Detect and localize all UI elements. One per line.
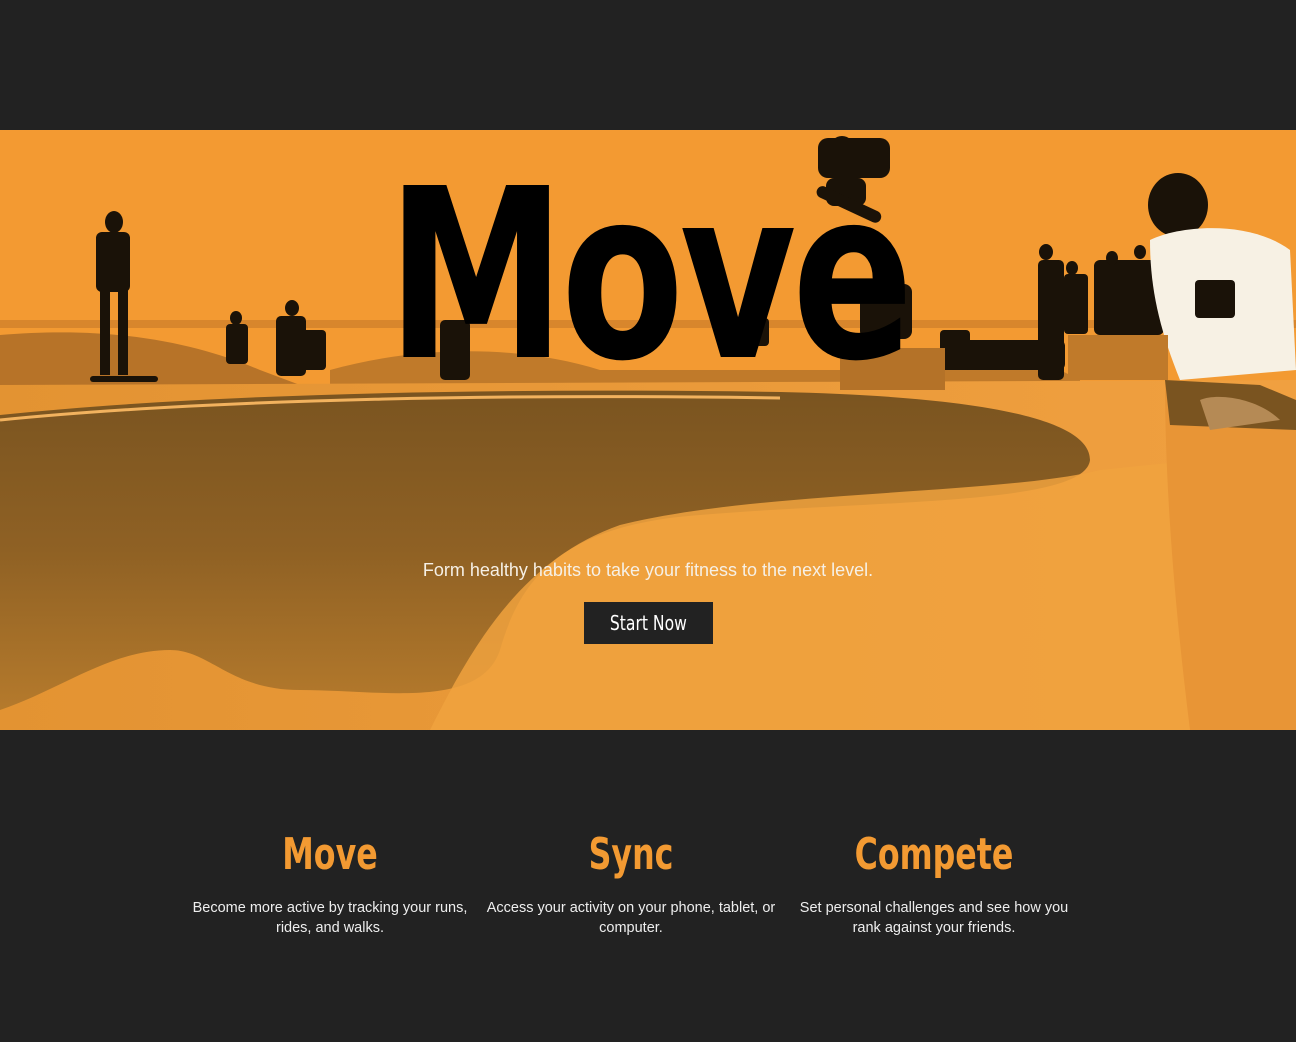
feature-text: Set personal challenges and see how you … [799, 900, 1069, 936]
feature-sync: Sync Access your activity on your phone,… [486, 830, 776, 938]
feature-title: Compete [854, 829, 1014, 880]
start-now-button[interactable]: Start Now [584, 602, 713, 644]
feature-move: Move Become more active by tracking your… [190, 830, 470, 938]
feature-text: Access your activity on your phone, tabl… [486, 900, 776, 936]
feature-compete: Compete Set personal challenges and see … [798, 830, 1070, 938]
feature-title: Sync [588, 829, 674, 880]
hero-section: Move Form healthy habits to take your fi… [0, 130, 1296, 730]
top-bar [0, 0, 1296, 130]
hero-title: Move [386, 138, 914, 413]
feature-title: Move [282, 829, 378, 880]
hero-subtitle: Form healthy habits to take your fitness… [422, 560, 874, 580]
start-now-label: Start Now [609, 611, 688, 635]
feature-text: Become more active by tracking your runs… [192, 900, 468, 936]
